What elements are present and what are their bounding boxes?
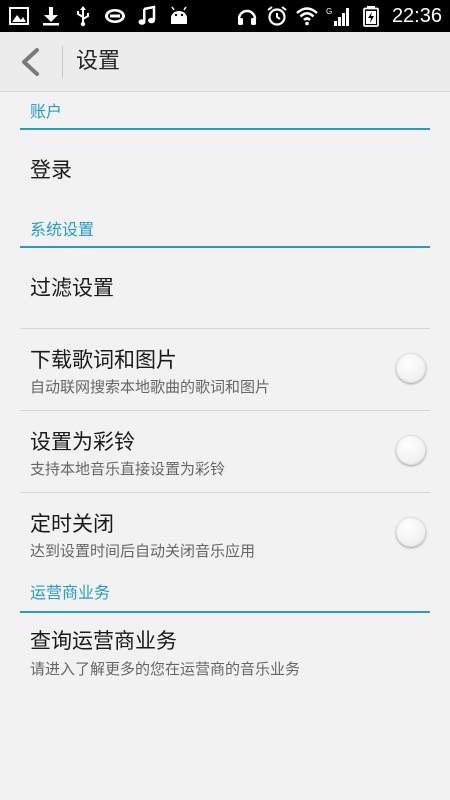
settings-list: 账户 登录 系统设置 过滤设置 下载歌词和图片 自动联网搜索本地歌曲的歌词和图片… (0, 92, 450, 694)
item-title: 下载歌词和图片 (30, 348, 177, 372)
title-divider (62, 46, 63, 78)
set-ringback-toggle[interactable] (396, 435, 426, 465)
settings-item-login[interactable]: 登录 (0, 130, 450, 210)
battery-icon (360, 5, 382, 27)
item-subtitle: 达到设置时间后自动关闭音乐应用 (30, 542, 256, 560)
alarm-icon (266, 5, 288, 27)
settings-item-filter[interactable]: 过滤设置 (0, 248, 450, 328)
chevron-left-icon (22, 48, 39, 76)
item-title: 登录 (30, 158, 72, 182)
settings-item-carrier-query[interactable]: 查询运营商业务 请进入了解更多的您在运营商的音乐业务 (0, 613, 450, 694)
item-title: 查询运营商业务 (30, 629, 177, 653)
item-subtitle: 支持本地音乐直接设置为彩铃 (30, 460, 226, 478)
settings-item-set-ringback[interactable]: 设置为彩铃 支持本地音乐直接设置为彩铃 (0, 411, 450, 492)
item-title: 过滤设置 (30, 276, 114, 300)
status-bar: G 22:36 (0, 0, 450, 32)
section-header-account: 账户 (0, 92, 450, 130)
clock: 22:36 (391, 4, 442, 27)
android-icon (168, 5, 190, 27)
section-header-system-settings: 系统设置 (0, 210, 450, 248)
signal-label: G (326, 7, 332, 16)
status-bar-notifications (8, 0, 190, 32)
action-bar: 设置 (0, 32, 450, 92)
download-lyrics-toggle[interactable] (396, 353, 426, 383)
item-title: 定时关闭 (30, 512, 114, 536)
status-bar-system: G 22:36 (236, 0, 442, 32)
sleep-timer-toggle[interactable] (396, 517, 426, 547)
dts-icon (104, 5, 126, 27)
item-title: 设置为彩铃 (30, 430, 135, 454)
settings-item-download-lyrics[interactable]: 下载歌词和图片 自动联网搜索本地歌曲的歌词和图片 (0, 329, 450, 410)
page-title: 设置 (76, 49, 121, 74)
section-label: 账户 (30, 102, 63, 121)
download-icon (40, 5, 62, 27)
section-header-carrier-services: 运营商业务 (0, 573, 450, 613)
settings-item-sleep-timer[interactable]: 定时关闭 达到设置时间后自动关闭音乐应用 (0, 493, 450, 573)
signal-icon: G (326, 5, 352, 27)
usb-icon (72, 5, 94, 27)
headphones-icon (236, 5, 258, 27)
back-button[interactable] (12, 42, 48, 82)
music-note-icon (136, 5, 158, 27)
item-subtitle: 请进入了解更多的您在运营商的音乐业务 (30, 660, 301, 678)
image-icon (8, 5, 30, 27)
item-subtitle: 自动联网搜索本地歌曲的歌词和图片 (30, 378, 271, 396)
wifi-icon (296, 5, 318, 27)
section-label: 运营商业务 (30, 583, 111, 602)
section-label: 系统设置 (30, 220, 95, 239)
